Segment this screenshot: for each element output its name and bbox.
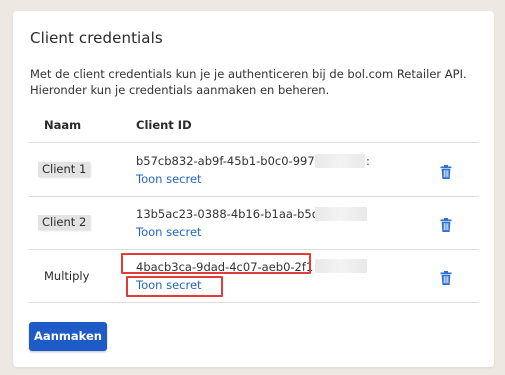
show-secret-link[interactable]: Toon secret: [136, 172, 202, 186]
client-id: b57cb832-ab9f-45b1-b0c0-9973: [136, 154, 322, 168]
client-id-trailing: :: [366, 154, 370, 168]
trash-icon[interactable]: [440, 218, 452, 232]
create-button[interactable]: Aanmaken: [29, 322, 107, 351]
redaction-blur: [315, 154, 365, 168]
redaction-blur: [315, 259, 367, 273]
header-divider: [29, 142, 479, 143]
row-divider: [29, 196, 479, 197]
highlight-client-id: [121, 253, 311, 274]
row-divider: [29, 249, 479, 250]
trash-icon[interactable]: [440, 271, 452, 285]
show-secret-link[interactable]: Toon secret: [136, 225, 202, 239]
client-credentials-panel: Client credentials Met de client credent…: [13, 11, 494, 367]
row-divider: [29, 302, 479, 303]
panel-description: Met de client credentials kun je je auth…: [30, 67, 467, 97]
client-name: Client 1: [38, 162, 91, 177]
trash-icon[interactable]: [440, 165, 452, 179]
column-header-name: Naam: [44, 118, 82, 132]
highlight-show-secret: [126, 276, 223, 297]
client-name: Client 2: [38, 215, 91, 230]
column-header-client-id: Client ID: [136, 118, 192, 132]
client-name: Multiply: [44, 269, 90, 283]
client-id: 13b5ac23-0388-4b16-b1aa-b5d: [136, 207, 319, 221]
panel-title: Client credentials: [30, 29, 163, 47]
redaction-blur: [315, 207, 367, 221]
